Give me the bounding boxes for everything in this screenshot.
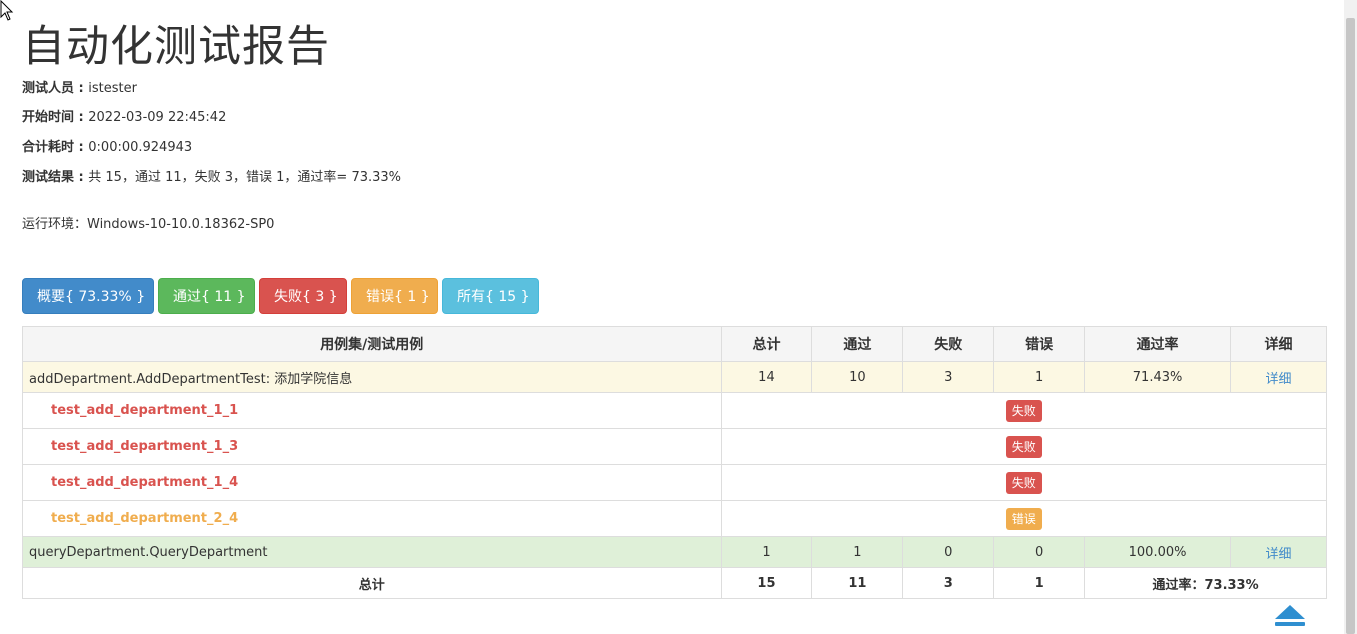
case-status-cell: 失败 <box>720 428 1327 465</box>
case-row: test_add_department_2_4 错误 <box>22 500 1327 537</box>
filter-button-group: 概要{ 73.33% } 通过{ 11 } 失败{ 3 } 错误{ 1 } 所有… <box>22 278 539 314</box>
duration-value: 0:00:00.924943 <box>88 140 193 155</box>
case-name[interactable]: test_add_department_1_1 <box>22 392 722 429</box>
total-fail: 3 <box>902 567 995 599</box>
suite-pass-rate: 71.43% <box>1084 361 1232 393</box>
case-row: test_add_department_1_1 失败 <box>22 392 1327 429</box>
start-time-value: 2022-03-09 22:45:42 <box>88 110 227 125</box>
case-row: test_add_department_1_4 失败 <box>22 464 1327 501</box>
tester-value: istester <box>88 81 137 96</box>
start-time-info: 开始时间 : 2022-03-09 22:45:42 <box>22 109 226 127</box>
summary-filter-button[interactable]: 概要{ 73.33% } <box>22 278 154 314</box>
suite-detail-cell: 详细 <box>1230 536 1327 568</box>
result-value: 共 15，通过 11，失败 3，错误 1，通过率= 73.33% <box>88 170 402 185</box>
header-pass-rate: 通过率 <box>1084 326 1232 362</box>
total-pass-rate: 通过率：73.33% <box>1084 567 1327 599</box>
table-header-row: 用例集/测试用例 总计 通过 失败 错误 通过率 详细 <box>22 326 1327 362</box>
suite-row: queryDepartment.QueryDepartment 1 1 0 0 … <box>22 536 1327 568</box>
detail-link[interactable]: 详细 <box>1266 547 1292 562</box>
result-info: 测试结果 : 共 15，通过 11，失败 3，错误 1，通过率= 73.33% <box>22 169 401 187</box>
case-name[interactable]: test_add_department_1_3 <box>22 428 722 465</box>
header-suite: 用例集/测试用例 <box>22 326 722 362</box>
page-scrollbar[interactable] <box>1344 0 1357 634</box>
total-error: 1 <box>993 567 1086 599</box>
suite-name: queryDepartment.QueryDepartment <box>22 536 722 568</box>
all-filter-button[interactable]: 所有{ 15 } <box>442 278 539 314</box>
result-label: 测试结果 : <box>22 170 89 185</box>
pass-filter-button[interactable]: 通过{ 11 } <box>158 278 255 314</box>
start-time-label: 开始时间 : <box>22 110 89 125</box>
header-error: 错误 <box>993 326 1086 362</box>
page-title: 自动化测试报告 <box>22 22 330 72</box>
case-row: test_add_department_1_3 失败 <box>22 428 1327 465</box>
case-status-cell: 失败 <box>720 464 1327 501</box>
suite-fail: 0 <box>902 536 995 568</box>
back-to-top-icon[interactable] <box>1273 602 1307 628</box>
mouse-cursor-icon <box>0 0 14 21</box>
duration-label: 合计耗时 : <box>22 140 89 155</box>
fail-status-button[interactable]: 失败 <box>1005 435 1042 458</box>
suite-pass: 1 <box>811 536 904 568</box>
header-total: 总计 <box>720 326 813 362</box>
suite-error: 0 <box>993 536 1086 568</box>
case-name[interactable]: test_add_department_1_4 <box>22 464 722 501</box>
suite-error: 1 <box>993 361 1086 393</box>
scrollbar-thumb[interactable] <box>1346 18 1355 634</box>
fail-status-button[interactable]: 失败 <box>1005 471 1042 494</box>
tester-info: 测试人员 : istester <box>22 80 137 98</box>
total-label: 总计 <box>22 567 722 599</box>
case-status-cell: 失败 <box>720 392 1327 429</box>
suite-detail-cell: 详细 <box>1230 361 1327 393</box>
suite-fail: 3 <box>902 361 995 393</box>
suite-pass-rate: 100.00% <box>1084 536 1232 568</box>
total-count: 15 <box>720 567 813 599</box>
detail-link[interactable]: 详细 <box>1266 372 1292 387</box>
error-filter-button[interactable]: 错误{ 1 } <box>351 278 438 314</box>
case-name[interactable]: test_add_department_2_4 <box>22 500 722 537</box>
environment-info: 运行环境：Windows-10-10.0.18362-SP0 <box>22 217 275 232</box>
suite-pass: 10 <box>811 361 904 393</box>
tester-label: 测试人员 : <box>22 81 89 96</box>
duration-info: 合计耗时 : 0:00:00.924943 <box>22 139 192 157</box>
case-status-cell: 错误 <box>720 500 1327 537</box>
suite-row: addDepartment.AddDepartmentTest: 添加学院信息 … <box>22 361 1327 393</box>
suite-total: 14 <box>720 361 813 393</box>
header-pass: 通过 <box>811 326 904 362</box>
header-fail: 失败 <box>902 326 995 362</box>
total-row: 总计 15 11 3 1 通过率：73.33% <box>22 567 1327 599</box>
fail-status-button[interactable]: 失败 <box>1005 399 1042 422</box>
header-detail: 详细 <box>1230 326 1327 362</box>
error-status-button[interactable]: 错误 <box>1005 507 1042 530</box>
suite-total: 1 <box>720 536 813 568</box>
suite-name: addDepartment.AddDepartmentTest: 添加学院信息 <box>22 361 722 393</box>
total-pass: 11 <box>811 567 904 599</box>
results-table: 用例集/测试用例 总计 通过 失败 错误 通过率 详细 addDepartmen… <box>22 326 1327 599</box>
fail-filter-button[interactable]: 失败{ 3 } <box>259 278 347 314</box>
